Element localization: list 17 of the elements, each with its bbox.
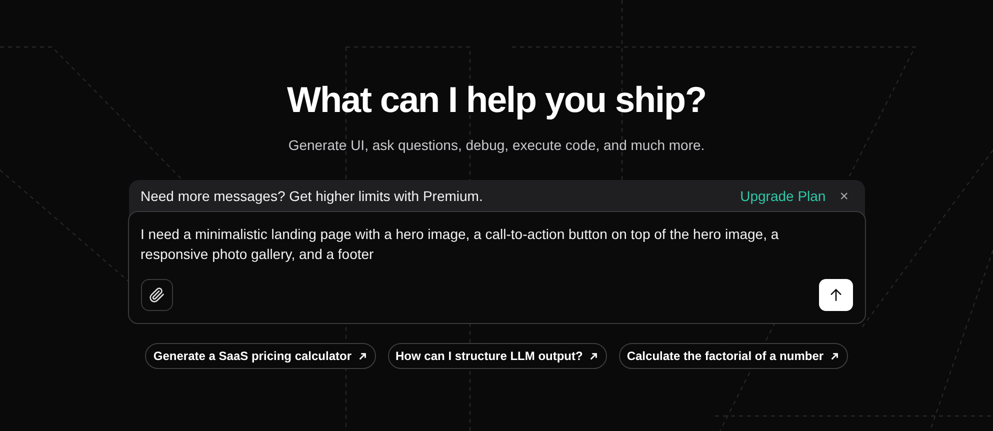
suggestion-chip[interactable]: How can I structure LLM output? — [388, 343, 607, 369]
message-composer[interactable]: I need a minimalistic landing page with a hero image, a call-to-action button on top of the hero image, a responsive photo gallery, and a footer — [128, 211, 866, 324]
arrow-up-right-icon — [588, 352, 598, 360]
suggestion-chip[interactable]: Generate a SaaS pricing calculator — [145, 343, 376, 369]
attach-button[interactable] — [140, 279, 172, 311]
page-subtitle: Generate UI, ask questions, debug, execute code, and much more. — [288, 136, 705, 154]
close-button[interactable]: × — [836, 188, 852, 204]
upgrade-link[interactable]: Upgrade Plan — [740, 188, 826, 204]
suggestion-chip[interactable]: Calculate the factorial of a number — [618, 343, 848, 369]
arrow-up-right-icon — [358, 352, 367, 360]
paperclip-icon — [148, 287, 164, 303]
send-button[interactable] — [818, 279, 852, 311]
banner-message: Need more messages? Get higher limits with Premium. — [140, 188, 484, 204]
arrow-up-right-icon — [830, 352, 839, 360]
arrow-up-icon — [828, 287, 844, 303]
prompt-field[interactable]: I need a minimalistic landing page with a hero image, a call-to-action button on top of the hero image, a responsive photo gallery, and a footer — [140, 224, 852, 279]
page-heading: What can I help you ship? — [286, 78, 706, 122]
